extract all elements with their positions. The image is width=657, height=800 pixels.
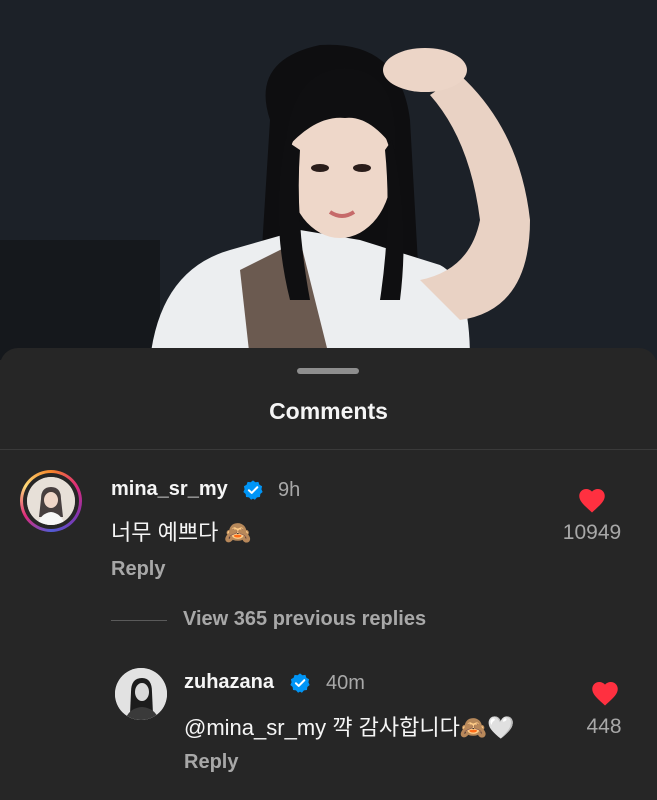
comment-time: 9h <box>278 479 301 501</box>
reply-avatar[interactable] <box>115 668 167 720</box>
comment-username[interactable]: mina_sr_my <box>111 478 228 501</box>
comment-text: 너무 예쁘다 🙈 <box>111 520 252 545</box>
reply-username[interactable]: zuhazana <box>184 671 274 694</box>
like-count: 10949 <box>562 521 622 544</box>
drag-handle[interactable] <box>297 368 359 374</box>
view-previous-replies-button[interactable]: View 365 previous replies <box>183 608 426 631</box>
verified-badge-icon <box>243 480 263 500</box>
post-photo <box>0 0 657 360</box>
reply-button[interactable]: Reply <box>184 751 238 774</box>
heart-icon[interactable] <box>590 679 620 707</box>
reply-time: 40m <box>326 672 365 694</box>
reply-button[interactable]: Reply <box>111 558 165 581</box>
reply-avatar-image <box>115 668 167 720</box>
heart-icon[interactable] <box>577 486 607 514</box>
reply-like-count: 448 <box>586 715 622 738</box>
avatar-image <box>27 477 75 525</box>
reply-text: @mina_sr_my 꺅 감사합니다🙈🤍 <box>184 715 515 740</box>
post-photo-illustration <box>0 0 657 360</box>
header-divider <box>0 449 657 450</box>
replies-line <box>111 620 167 621</box>
verified-badge-icon <box>290 673 310 693</box>
avatar[interactable] <box>27 477 75 525</box>
sheet-title: Comments <box>269 398 388 424</box>
